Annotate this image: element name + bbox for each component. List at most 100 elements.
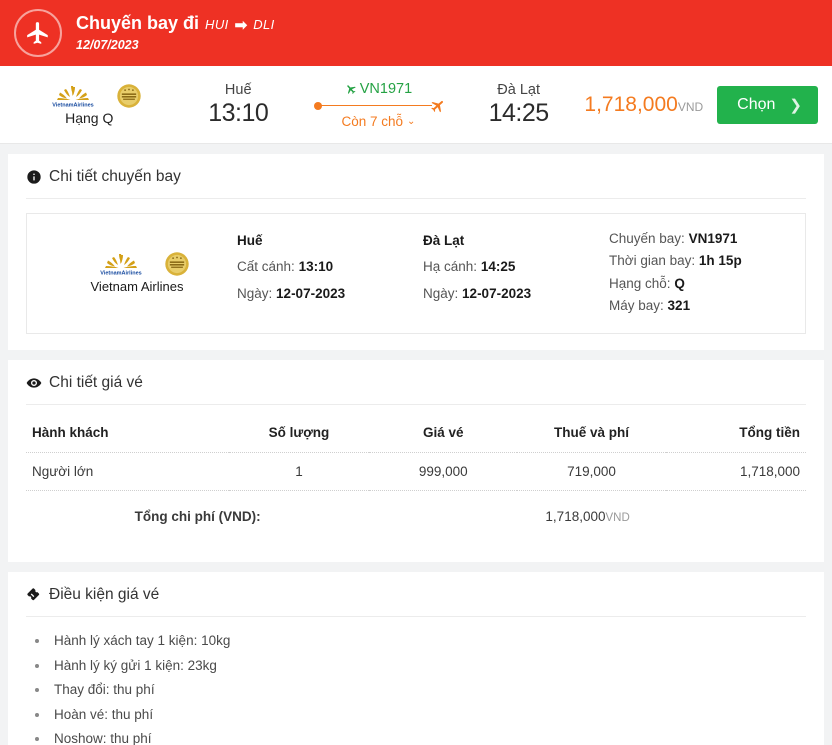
- detail-meta-duration-value: 1h 15p: [699, 253, 742, 268]
- svg-text:VietnamAirlines: VietnamAirlines: [100, 271, 141, 277]
- list-item: Thay đổi: thu phí: [50, 678, 806, 703]
- detail-meta-class-value: Q: [674, 276, 685, 291]
- select-flight-button[interactable]: Chọn ❯: [717, 86, 818, 124]
- detail-arrival-time-label: Hạ cánh:: [423, 259, 477, 274]
- detail-departure-city: Huế: [237, 228, 423, 254]
- seats-left-toggle[interactable]: Còn 7 chỗ ⌄: [341, 114, 415, 129]
- seats-left-text: Còn 7 chỗ: [341, 114, 403, 129]
- banner-title-text: Chuyến bay đi: [76, 13, 199, 34]
- summary-price-currency: VND: [678, 100, 703, 114]
- detail-arrival-date-label: Ngày:: [423, 286, 458, 301]
- column-header-passenger: Hành khách: [26, 411, 229, 453]
- column-header-tax: Thuế và phí: [517, 411, 665, 453]
- destination-code: DLI: [253, 18, 274, 33]
- chevron-down-icon: ⌄: [407, 116, 415, 127]
- fare-table: Hành khách Số lượng Giá vé Thuế và phí T…: [26, 411, 806, 546]
- detail-meta-block: Chuyến bay: VN1971 Thời gian bay: 1h 15p…: [609, 228, 795, 317]
- detail-departure-time: Cất cánh: 13:10: [237, 254, 423, 280]
- list-item: Hoàn vé: thu phí: [50, 703, 806, 728]
- route-plane-icon: [427, 94, 450, 117]
- cell-total: 1,718,000: [666, 453, 806, 491]
- detail-departure-date-value: 12-07-2023: [276, 286, 345, 301]
- detail-arrival-city: Đà Lạt: [423, 228, 609, 254]
- detail-meta-class: Hạng chỗ: Q: [609, 273, 795, 295]
- total-cost-value: 1,718,000VND: [369, 491, 806, 547]
- detail-meta-aircraft-value: 321: [668, 298, 691, 313]
- arrival-column: Đà Lạt 14:25: [453, 82, 584, 128]
- flight-summary-row[interactable]: VietnamAirlines Hạng Q Huế 13:10: [0, 66, 832, 144]
- vietnam-airlines-logo-icon: VietnamAirlines: [36, 83, 110, 109]
- fare-conditions-card: Điều kiện giá vé Hành lý xách tay 1 kiện…: [8, 572, 824, 745]
- svg-text:VietnamAirlines: VietnamAirlines: [53, 103, 94, 109]
- select-button-label: Chọn: [737, 96, 775, 114]
- detail-departure-time-value: 13:10: [299, 259, 334, 274]
- column-header-quantity: Số lượng: [229, 411, 369, 453]
- flight-detail-card: Chi tiết chuyến bay: [8, 154, 824, 350]
- airline-logo-row: VietnamAirlines: [36, 83, 142, 109]
- detail-meta-flight-label: Chuyến bay:: [609, 231, 685, 246]
- price-column: 1,718,000VND Chọn ❯: [584, 86, 820, 124]
- fare-conditions-heading: Điều kiện giá vé: [26, 586, 806, 617]
- flight-detail-box: VietnamAirlines Vietnam Airlines: [26, 213, 806, 334]
- airline-column: VietnamAirlines Hạng Q: [6, 83, 173, 126]
- total-cost-currency: VND: [605, 512, 629, 524]
- info-icon: [26, 169, 42, 185]
- detail-meta-duration-label: Thời gian bay:: [609, 253, 695, 268]
- column-header-fare: Giá vé: [369, 411, 517, 453]
- cell-passenger: Người lớn: [26, 453, 229, 491]
- detail-meta-class-label: Hạng chỗ:: [609, 276, 671, 291]
- table-row: Người lớn 1 999,000 719,000 1,718,000: [26, 453, 806, 491]
- flight-detail-heading: Chi tiết chuyến bay: [26, 168, 806, 199]
- cabin-class-label: Hạng Q: [65, 110, 113, 126]
- departure-column: Huế 13:10: [173, 82, 304, 128]
- detail-airline-logo: VietnamAirlines Vietnam Airlines: [37, 228, 237, 317]
- page-banner: Chuyến bay đi HUI ➡ DLI 12/07/2023: [0, 0, 832, 66]
- list-item: Noshow: thu phí: [50, 727, 806, 745]
- origin-code: HUI: [205, 18, 229, 33]
- fare-detail-heading-text: Chi tiết giá vé: [49, 374, 143, 392]
- table-header-row: Hành khách Số lượng Giá vé Thuế và phí T…: [26, 411, 806, 453]
- route-line: [314, 100, 442, 112]
- detail-logo-row: VietnamAirlines: [84, 251, 190, 277]
- banner-text: Chuyến bay đi HUI ➡ DLI 12/07/2023: [76, 13, 275, 52]
- departure-time: 13:10: [208, 99, 268, 128]
- flight-number-text: VN1971: [360, 81, 412, 97]
- departure-city: Huế: [225, 82, 252, 98]
- cell-tax: 719,000: [517, 453, 665, 491]
- skytrax-badge-icon: [116, 83, 142, 109]
- detail-arrival-block: Đà Lạt Hạ cánh: 14:25 Ngày: 12-07-2023: [423, 228, 609, 317]
- fare-detail-heading: Chi tiết giá vé: [26, 374, 806, 405]
- arrival-time: 14:25: [489, 99, 549, 128]
- route-bar: [318, 105, 432, 107]
- arrow-right-icon: ➡: [235, 17, 248, 34]
- list-item: Hành lý xách tay 1 kiện: 10kg: [50, 629, 806, 654]
- total-cost-amount: 1,718,000: [545, 509, 605, 524]
- list-item: Hành lý ký gửi 1 kiện: 23kg: [50, 654, 806, 679]
- route-column: VN1971 Còn 7 chỗ ⌄: [304, 81, 453, 129]
- summary-price-value: 1,718,000: [584, 93, 677, 116]
- fare-conditions-heading-text: Điều kiện giá vé: [49, 586, 159, 604]
- detail-meta-flight: Chuyến bay: VN1971: [609, 228, 795, 250]
- total-cost-label: Tổng chi phí (VND):: [26, 491, 369, 547]
- detail-arrival-time: Hạ cánh: 14:25: [423, 254, 609, 280]
- detail-meta-aircraft: Máy bay: 321: [609, 295, 795, 317]
- skytrax-badge-icon: [164, 251, 190, 277]
- flight-number: VN1971: [345, 81, 412, 97]
- small-plane-icon: [342, 80, 359, 97]
- airplane-icon: [14, 9, 62, 57]
- detail-departure-date: Ngày: 12-07-2023: [237, 281, 423, 307]
- vietnam-airlines-logo-icon: VietnamAirlines: [84, 251, 158, 277]
- banner-date: 12/07/2023: [76, 38, 275, 52]
- fare-detail-card: Chi tiết giá vé Hành khách Số lượng Giá …: [8, 360, 824, 562]
- detail-arrival-date: Ngày: 12-07-2023: [423, 281, 609, 307]
- cell-quantity: 1: [229, 453, 369, 491]
- detail-departure-block: Huế Cất cánh: 13:10 Ngày: 12-07-2023: [237, 228, 423, 317]
- chevron-right-icon: ❯: [789, 96, 802, 114]
- total-row: Tổng chi phí (VND): 1,718,000VND: [26, 491, 806, 547]
- detail-arrival-date-value: 12-07-2023: [462, 286, 531, 301]
- detail-departure-date-label: Ngày:: [237, 286, 272, 301]
- eye-icon: [26, 375, 42, 391]
- detail-meta-aircraft-label: Máy bay:: [609, 298, 664, 313]
- detail-meta-flight-value: VN1971: [689, 231, 738, 246]
- flight-result-page: Chuyến bay đi HUI ➡ DLI 12/07/2023: [0, 0, 832, 745]
